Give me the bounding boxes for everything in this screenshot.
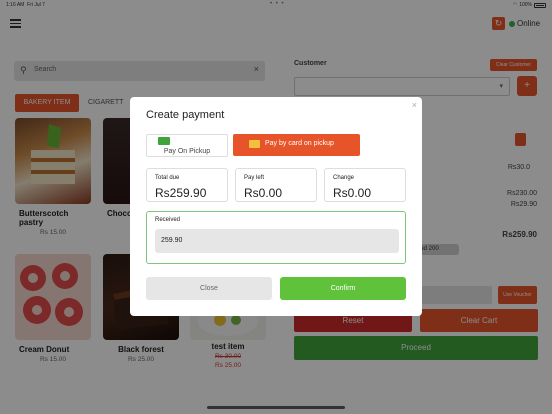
- close-icon[interactable]: ×: [412, 100, 417, 110]
- received-input[interactable]: 259.90: [155, 229, 399, 253]
- pay-by-card-button[interactable]: Pay by card on pickup: [233, 134, 360, 156]
- pay-left-box: Pay left Rs0.00: [235, 168, 317, 202]
- total-due-value: Rs259.90: [155, 186, 207, 200]
- pay-left-value: Rs0.00: [244, 186, 283, 200]
- confirm-button[interactable]: Confirm: [280, 277, 406, 300]
- pay-on-pickup-label: Pay On Pickup: [163, 148, 211, 155]
- close-button[interactable]: Close: [146, 277, 272, 300]
- change-value: Rs0.00: [333, 186, 372, 200]
- change-label: Change: [333, 175, 355, 181]
- received-box: Received 259.90: [146, 211, 406, 264]
- home-indicator[interactable]: [207, 406, 345, 409]
- create-payment-dialog: Create payment × Pay On Pickup Pay by ca…: [130, 97, 422, 316]
- received-label: Received: [155, 217, 181, 223]
- change-box: Change Rs0.00: [324, 168, 406, 202]
- pay-left-label: Pay left: [244, 175, 265, 181]
- dialog-title: Create payment: [146, 109, 225, 121]
- pay-on-pickup-button[interactable]: Pay On Pickup: [146, 134, 228, 157]
- total-due-box: Total due Rs259.90: [146, 168, 228, 202]
- cash-icon: [158, 137, 170, 145]
- card-icon: [249, 140, 260, 148]
- total-due-label: Total due: [155, 175, 180, 181]
- pay-by-card-label: Pay by card on pickup: [265, 140, 334, 147]
